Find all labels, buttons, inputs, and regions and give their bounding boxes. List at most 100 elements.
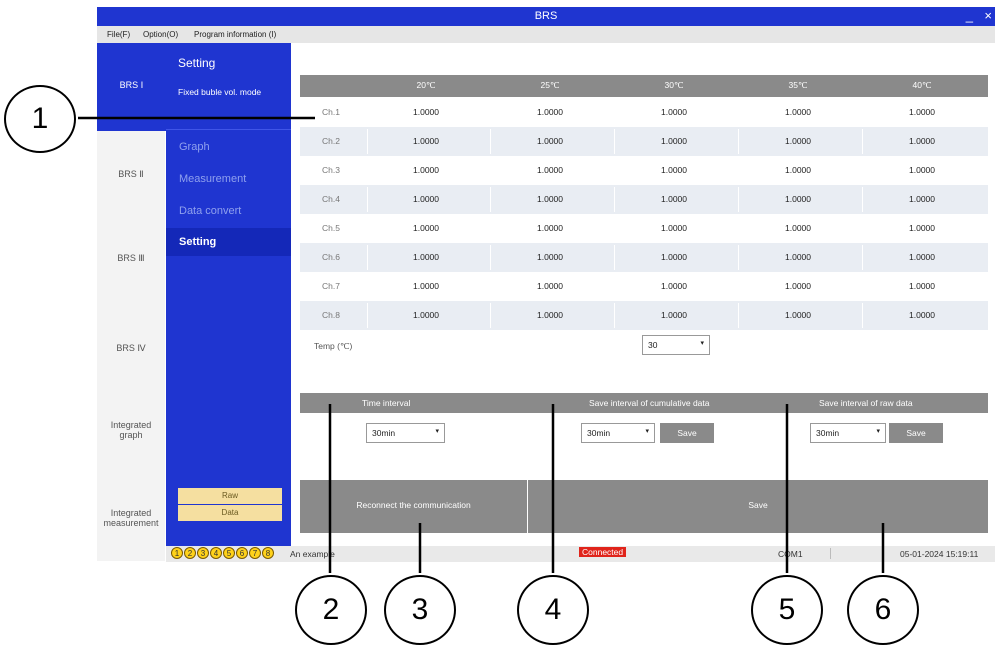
column-divider [738,129,739,154]
temp-select[interactable]: 30 ▾ [642,335,710,355]
table-cell[interactable]: 1.0000 [510,223,590,233]
table-cell[interactable]: 1.0000 [510,165,590,175]
nav-item-graph[interactable]: Graph [179,141,210,153]
device-integrated-graph[interactable]: Integrated graph [97,420,165,440]
table-cell[interactable]: 1.0000 [510,194,590,204]
chevron-down-icon: ▾ [876,428,880,435]
nav-item-setting[interactable]: Setting [179,236,216,248]
channel-indicator: 8 [262,547,274,559]
column-divider [367,303,368,328]
column-divider [862,129,863,154]
table-cell[interactable]: 1.0000 [882,310,962,320]
table-cell[interactable]: 1.0000 [634,107,714,117]
status-divider [830,548,831,559]
table-cell[interactable]: 1.0000 [882,223,962,233]
table-cell[interactable]: 1.0000 [386,252,466,262]
table-cell[interactable]: 1.0000 [758,252,838,262]
table-cell[interactable]: 1.0000 [882,281,962,291]
table-cell[interactable]: 1.0000 [634,194,714,204]
device-brs1-label: BRS Ⅰ [119,80,144,90]
nav-item-measurement[interactable]: Measurement [179,173,246,185]
cumulative-interval-label: Save interval of cumulative data [589,398,710,408]
table-cell[interactable]: 1.0000 [758,310,838,320]
channel-label: Ch.2 [322,136,340,146]
save-cumulative-button[interactable]: Save [660,423,714,443]
table-row: Ch.6 1.0000 1.0000 1.0000 1.0000 1.0000 [300,243,988,272]
table-cell[interactable]: 1.0000 [882,252,962,262]
table-cell[interactable]: 1.0000 [510,310,590,320]
column-divider [614,129,615,154]
raw-interval-select[interactable]: 30min ▾ [810,423,886,443]
callout-5: 5 [751,575,823,645]
channel-label: Ch.5 [322,223,340,233]
table-cell[interactable]: 1.0000 [758,194,838,204]
channel-label: Ch.8 [322,310,340,320]
table-cell[interactable]: 1.0000 [386,136,466,146]
datetime: 05-01-2024 15:19:11 [900,549,979,559]
table-cell[interactable]: 1.0000 [510,107,590,117]
table-cell[interactable]: 1.0000 [882,107,962,117]
device-brs3[interactable]: BRS Ⅲ [97,253,165,264]
column-divider [367,129,368,154]
column-divider [738,187,739,212]
table-cell[interactable]: 1.0000 [386,165,466,175]
table-cell[interactable]: 1.0000 [634,252,714,262]
chevron-down-icon: ▾ [700,340,704,347]
device-brs4[interactable]: BRS Ⅳ [97,343,165,354]
table-cell[interactable]: 1.0000 [882,136,962,146]
table-cell[interactable]: 1.0000 [634,281,714,291]
column-divider [367,187,368,212]
minimize-button[interactable]: _ [966,8,973,23]
menu-file[interactable]: File(F) [107,30,130,39]
cumulative-interval-select[interactable]: 30min ▾ [581,423,655,443]
save-button[interactable]: Save [528,480,988,533]
column-divider [490,303,491,328]
connection-status-badge: Connected [579,547,627,557]
column-divider [490,245,491,270]
table-cell[interactable]: 1.0000 [634,310,714,320]
table-cell[interactable]: 1.0000 [386,310,466,320]
column-divider [862,245,863,270]
table-cell[interactable]: 1.0000 [882,165,962,175]
channel-indicator: 7 [249,547,261,559]
table-cell[interactable]: 1.0000 [882,194,962,204]
menu-option[interactable]: Option(O) [143,30,178,39]
nav-panel: Setting Fixed buble vol. mode [166,43,291,561]
table-cell[interactable]: 1.0000 [510,281,590,291]
device-brs2[interactable]: BRS Ⅱ [97,169,165,180]
column-divider [490,129,491,154]
channel-indicator: 3 [197,547,209,559]
table-cell[interactable]: 1.0000 [758,281,838,291]
channel-label: Ch.3 [322,165,340,175]
table-cell[interactable]: 1.0000 [386,194,466,204]
nav-divider [166,129,291,130]
close-button[interactable]: × [984,8,992,23]
table-cell[interactable]: 1.0000 [510,252,590,262]
table-cell[interactable]: 1.0000 [386,281,466,291]
callout-6: 6 [847,575,919,645]
callout-3: 3 [384,575,456,645]
table-cell[interactable]: 1.0000 [758,223,838,233]
table-cell[interactable]: 1.0000 [510,136,590,146]
table-cell[interactable]: 1.0000 [386,223,466,233]
table-cell[interactable]: 1.0000 [634,223,714,233]
save-raw-button[interactable]: Save [889,423,943,443]
table-cell[interactable]: 1.0000 [758,165,838,175]
table-cell[interactable]: 1.0000 [634,136,714,146]
device-integrated-measurement[interactable]: Integrated measurement [97,508,165,528]
menu-program-information[interactable]: Program information (I) [194,30,276,39]
nav-item-data-convert[interactable]: Data convert [179,205,241,217]
table-cell[interactable]: 1.0000 [758,107,838,117]
table-row: Ch.2 1.0000 1.0000 1.0000 1.0000 1.0000 [300,127,988,156]
table-cell[interactable]: 1.0000 [634,165,714,175]
table-cell[interactable]: 1.0000 [758,136,838,146]
table-row: Ch.8 1.0000 1.0000 1.0000 1.0000 1.0000 [300,301,988,330]
reconnect-button[interactable]: Reconnect the communication [300,480,527,533]
device-brs1[interactable]: BRS Ⅰ [97,43,166,131]
time-interval-select[interactable]: 30min ▾ [366,423,445,443]
data-button[interactable]: Data [178,505,282,521]
column-divider [614,187,615,212]
raw-button[interactable]: Raw [178,488,282,504]
channel-label: Ch.1 [322,107,340,117]
table-cell[interactable]: 1.0000 [386,107,466,117]
